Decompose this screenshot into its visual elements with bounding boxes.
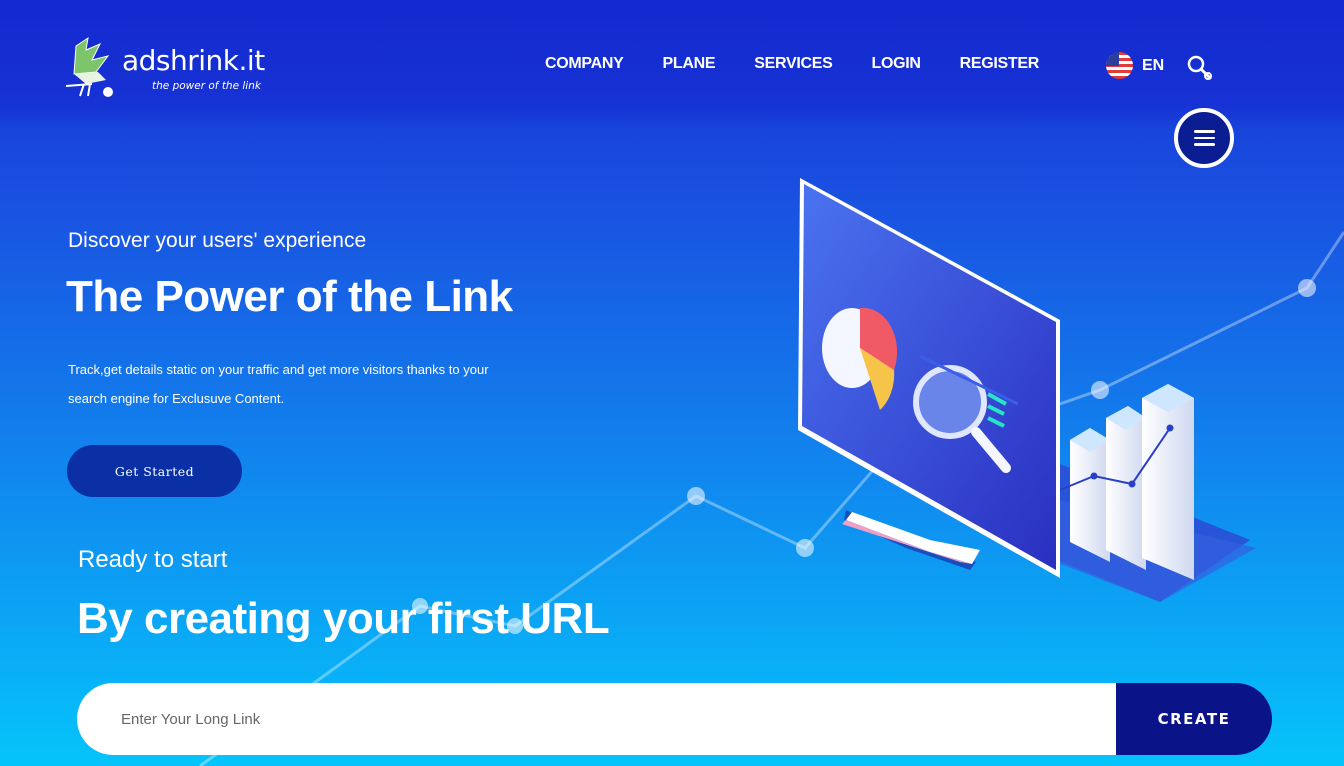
us-flag-icon: [1106, 52, 1133, 79]
create-button[interactable]: CREATE: [1116, 683, 1272, 755]
hero-subtitle: Discover your users' experience: [68, 229, 367, 252]
cta-subtitle: Ready to start: [78, 546, 228, 573]
hero-title: The Power of the Link: [66, 272, 513, 321]
cta-title: By creating your first URL: [77, 594, 610, 643]
hamburger-menu-icon[interactable]: [1174, 108, 1234, 168]
stork-logo-icon: [65, 36, 113, 97]
shorten-url-form: CREATE: [77, 683, 1272, 755]
nav-item-register[interactable]: REGISTER: [960, 55, 1040, 73]
analytics-illustration: [798, 178, 1256, 602]
nav-item-plane[interactable]: PLANE: [663, 55, 716, 73]
nav-item-services[interactable]: SERVICES: [754, 55, 833, 73]
nav-item-login[interactable]: LOGIN: [871, 55, 920, 73]
main-nav: COMPANY PLANE SERVICES LOGIN REGISTER: [545, 55, 1078, 73]
hero-description: Track,get details static on your traffic…: [68, 362, 489, 406]
brand-name: adshrink.it: [122, 44, 265, 77]
language-label: EN: [1142, 56, 1165, 74]
get-started-button[interactable]: Get Started: [67, 445, 242, 497]
nav-item-company[interactable]: COMPANY: [545, 55, 624, 73]
long-link-input[interactable]: [77, 683, 1137, 755]
brand-logo[interactable]: adshrink.it the power of the link: [65, 34, 266, 100]
search-icon[interactable]: [1186, 54, 1214, 82]
language-selector[interactable]: EN: [1106, 52, 1164, 79]
brand-tagline: the power of the link: [152, 80, 261, 92]
